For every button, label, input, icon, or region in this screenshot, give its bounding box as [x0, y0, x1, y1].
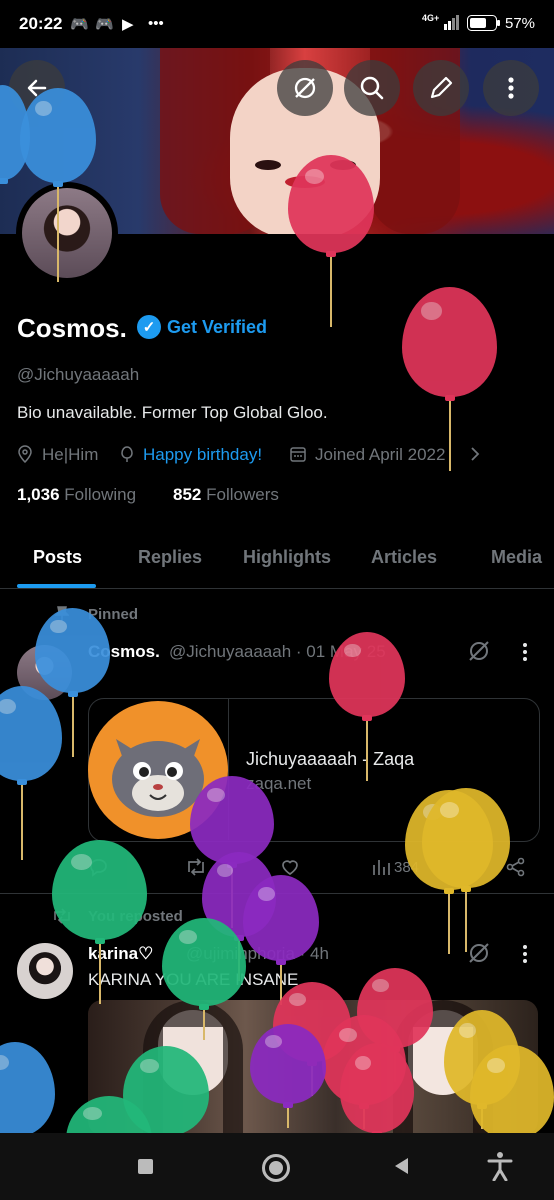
more-notifications-icon: ••• — [148, 15, 164, 32]
balloon — [329, 632, 405, 717]
balloon — [470, 1045, 554, 1140]
balloon — [35, 608, 110, 693]
balloon — [288, 155, 374, 253]
profile-name: Cosmos. — [17, 313, 127, 343]
battery-percent: 57% — [505, 15, 536, 32]
balloon-string — [203, 1010, 205, 1040]
tabs-divider — [0, 588, 554, 589]
followers-link[interactable]: 852 Followers — [173, 485, 279, 505]
location-icon — [17, 445, 33, 468]
calendar-icon — [290, 445, 306, 468]
views-icon[interactable] — [372, 857, 390, 882]
play-icon: ▶ — [122, 16, 134, 33]
grok-icon-repost[interactable] — [467, 941, 491, 970]
post-more-icon[interactable] — [521, 642, 529, 667]
tab-media[interactable]: Media — [491, 547, 542, 568]
balloon — [190, 776, 274, 864]
more-options-button[interactable] — [483, 60, 539, 116]
repost-author-avatar[interactable] — [17, 943, 73, 999]
birthday-link[interactable]: Happy birthday! — [143, 445, 262, 465]
balloon — [243, 875, 319, 961]
followers-label: Followers — [206, 485, 279, 504]
following-link[interactable]: 1,036 Following — [17, 485, 136, 505]
get-verified-link[interactable]: Get Verified — [167, 317, 267, 338]
followers-count: 852 — [173, 485, 202, 504]
balloon-string — [330, 257, 332, 327]
balloon — [0, 686, 62, 781]
balloon — [422, 788, 510, 888]
profile-pronouns: He|Him — [42, 445, 99, 464]
card-title[interactable]: Jichuyaaaaah - Zaqa — [246, 749, 414, 770]
tab-highlights[interactable]: Highlights — [243, 547, 331, 568]
grok-button[interactable] — [277, 60, 333, 116]
home-button[interactable] — [262, 1154, 290, 1182]
joined-date: Joined April 2022 — [315, 445, 446, 464]
recents-button[interactable] — [138, 1159, 153, 1174]
profile-handle: @Jichuyaaaaah — [17, 365, 140, 384]
balloon-string — [448, 894, 450, 954]
status-bar: 20:22 🎮 🎮 ▶ ••• 4G+ 57% — [0, 0, 554, 48]
tab-posts[interactable]: Posts — [33, 547, 82, 568]
search-button[interactable] — [344, 60, 400, 116]
balloon — [20, 88, 96, 183]
balloon — [340, 1043, 414, 1133]
signal-icon — [444, 14, 460, 35]
balloon — [402, 287, 497, 397]
chevron-right-icon[interactable] — [470, 445, 480, 468]
balloon-string — [287, 1108, 289, 1128]
network-type: 4G+ — [422, 13, 440, 23]
balloon-string — [366, 721, 368, 781]
profile-avatar[interactable] — [22, 188, 112, 278]
birthday-icon — [119, 445, 135, 468]
profile-bio: Bio unavailable. Former Top Global Gloo. — [17, 403, 328, 422]
balloon-string — [98, 944, 101, 1004]
discord-icon-2: 🎮 — [95, 16, 114, 33]
verified-badge-icon: ✓ — [137, 315, 161, 339]
balloon — [162, 918, 246, 1006]
repost-more-icon[interactable] — [521, 944, 529, 969]
balloon-string — [448, 401, 451, 471]
edit-button[interactable] — [413, 60, 469, 116]
pencil-icon — [430, 76, 453, 99]
tab-articles[interactable]: Articles — [371, 547, 437, 568]
balloon — [52, 840, 147, 940]
battery-icon — [467, 15, 501, 36]
balloon-string — [465, 892, 467, 952]
accessibility-icon[interactable] — [487, 1151, 513, 1186]
grok-icon-post[interactable] — [467, 639, 491, 668]
balloon — [250, 1024, 326, 1104]
repost-icon[interactable] — [185, 857, 207, 882]
search-icon — [360, 76, 384, 100]
balloon-string — [71, 697, 74, 757]
discord-icon: 🎮 — [70, 16, 89, 33]
grok-icon — [294, 77, 316, 99]
status-time: 20:22 — [19, 14, 63, 33]
share-icon[interactable] — [506, 857, 526, 882]
system-navigation-bar — [0, 1133, 554, 1200]
following-count: 1,036 — [17, 485, 60, 504]
balloon — [0, 1042, 55, 1137]
tab-replies[interactable]: Replies — [138, 547, 202, 568]
balloon-string — [21, 785, 23, 860]
balloon-string — [57, 187, 59, 282]
more-vertical-icon — [508, 77, 514, 99]
balloon-knot — [0, 178, 8, 184]
following-label: Following — [64, 485, 137, 504]
back-nav-button[interactable] — [393, 1157, 409, 1180]
